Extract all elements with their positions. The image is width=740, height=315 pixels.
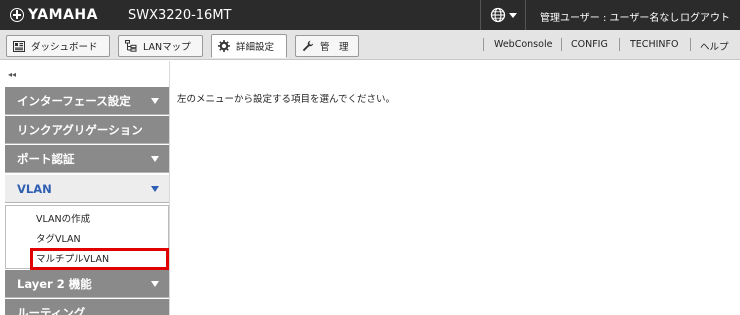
sidebar-item-interface-settings[interactable]: インターフェース設定 bbox=[5, 87, 169, 115]
sidebar-item-vlan[interactable]: VLAN bbox=[5, 175, 169, 203]
tab-detailed-settings[interactable]: 詳細設定 bbox=[211, 34, 287, 58]
highlight-box bbox=[30, 248, 169, 270]
tab-label: 管 理 bbox=[320, 42, 349, 53]
tab-dashboard[interactable]: ダッシュボード bbox=[6, 35, 110, 57]
tab-label: ダッシュボード bbox=[31, 42, 98, 53]
lan-map-icon bbox=[125, 40, 137, 52]
brand-name: YAMAHA bbox=[28, 7, 98, 23]
divider bbox=[619, 38, 620, 51]
sidebar-item-link-aggregation[interactable]: リンクアグリゲーション bbox=[5, 116, 169, 144]
tab-label: LANマップ bbox=[143, 42, 191, 53]
chevron-down-icon bbox=[151, 156, 159, 162]
sidebar-menu: インターフェース設定 リンクアグリゲーション ポート認証 VLAN VLANの作… bbox=[5, 87, 169, 315]
dashboard-icon bbox=[13, 40, 25, 52]
sidebar-item-routing[interactable]: ルーティング bbox=[5, 299, 169, 315]
gear-icon bbox=[218, 40, 230, 52]
wrench-icon bbox=[302, 40, 314, 52]
toolbar: ダッシュボード LANマップ 詳細設定 管 理 WebConsole CONFI… bbox=[0, 30, 740, 60]
user-info: 管理ユーザー : ユーザー名なし bbox=[540, 13, 680, 24]
chevron-down-icon bbox=[151, 186, 159, 192]
tab-label: 詳細設定 bbox=[236, 42, 275, 53]
tab-lan-map[interactable]: LANマップ bbox=[118, 35, 203, 57]
sidebar-item-layer2-functions[interactable]: Layer 2 機能 bbox=[5, 270, 169, 298]
instruction-message: 左のメニューから設定する項目を選んでください。 bbox=[177, 94, 396, 105]
panel-divider bbox=[169, 61, 170, 315]
yamaha-logo: YAMAHA bbox=[10, 6, 98, 24]
chevron-down-icon bbox=[151, 98, 159, 104]
sidebar-item-label: Layer 2 機能 bbox=[17, 276, 92, 291]
submenu-item-tag-vlan[interactable]: タグVLAN bbox=[36, 231, 81, 245]
logout-link[interactable]: ログアウト bbox=[680, 9, 730, 24]
link-help[interactable]: ヘルプ bbox=[700, 39, 729, 53]
device-model: SWX3220-16MT bbox=[128, 8, 232, 23]
tab-management[interactable]: 管 理 bbox=[295, 35, 359, 57]
link-techinfo[interactable]: TECHINFO bbox=[630, 39, 678, 50]
sidebar-item-port-authentication[interactable]: ポート認証 bbox=[5, 145, 169, 173]
chevron-down-icon bbox=[508, 12, 517, 18]
divider bbox=[690, 38, 691, 51]
sidebar-item-label: ポート認証 bbox=[17, 151, 75, 166]
language-button[interactable] bbox=[480, 0, 526, 30]
link-config[interactable]: CONFIG bbox=[571, 39, 608, 50]
sidebar-item-label: インターフェース設定 bbox=[17, 93, 131, 108]
divider bbox=[483, 38, 484, 51]
yamaha-emblem-icon bbox=[10, 8, 24, 22]
header-bar: YAMAHA SWX3220-16MT 管理ユーザー : ユーザー名なし ログア… bbox=[0, 0, 740, 30]
link-webconsole[interactable]: WebConsole bbox=[494, 39, 552, 50]
divider bbox=[561, 38, 562, 51]
chevron-down-icon bbox=[151, 281, 159, 287]
sidebar-item-label: VLAN bbox=[17, 181, 52, 196]
globe-icon bbox=[490, 7, 505, 23]
sidebar-item-label: ルーティング bbox=[17, 305, 86, 315]
sidebar-item-label: リンクアグリゲーション bbox=[17, 122, 143, 137]
collapse-sidebar-icon[interactable]: ◂◂ bbox=[8, 70, 16, 79]
submenu-item-vlan-create[interactable]: VLANの作成 bbox=[36, 211, 90, 225]
